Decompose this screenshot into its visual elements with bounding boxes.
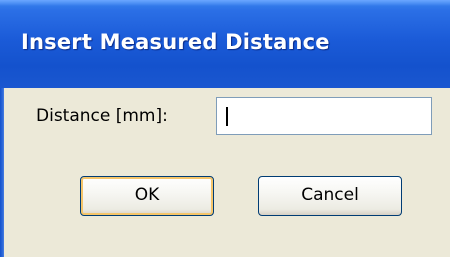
distance-label: Distance [mm]:	[36, 106, 168, 126]
dialog-title: Insert Measured Distance	[21, 30, 330, 54]
title-bar-highlight	[0, 0, 450, 6]
ok-button[interactable]: OK	[80, 176, 214, 216]
insert-measured-distance-dialog: Insert Measured Distance Distance [mm]: …	[0, 0, 450, 257]
distance-input[interactable]	[216, 97, 432, 135]
title-bar[interactable]: Insert Measured Distance	[0, 0, 450, 88]
window-left-border	[0, 88, 4, 257]
cancel-button[interactable]: Cancel	[258, 176, 402, 216]
text-caret	[226, 107, 228, 126]
